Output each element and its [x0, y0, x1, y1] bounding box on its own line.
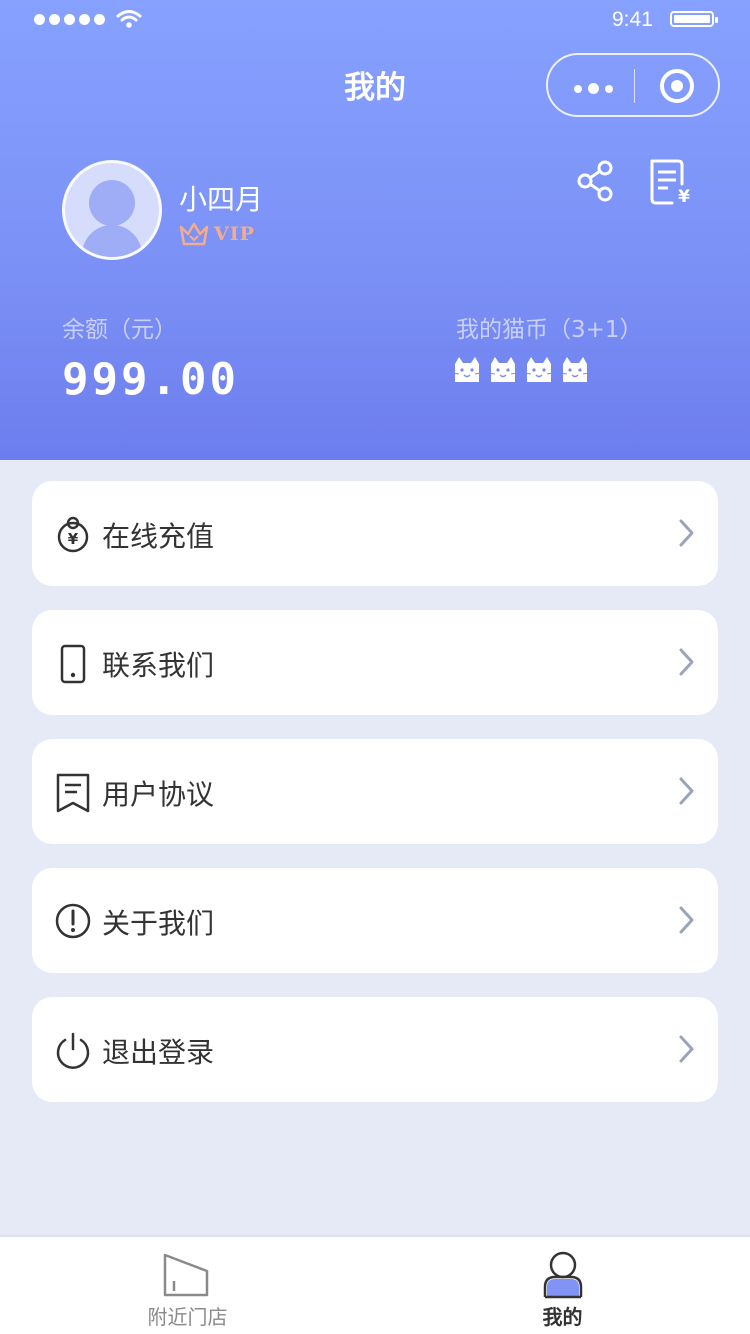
menu-label: 关于我们	[102, 907, 215, 940]
avatar[interactable]	[62, 160, 162, 260]
power-icon	[56, 1032, 90, 1069]
status-time: 9:41	[612, 8, 653, 31]
tab-label: 附近门店	[147, 1305, 228, 1329]
profile-icon	[543, 1251, 582, 1299]
tab-mine[interactable]: 我的	[375, 1237, 750, 1334]
chevron-right-icon	[679, 906, 694, 934]
crown-icon	[179, 222, 209, 246]
balance-value: 999.00	[62, 354, 239, 405]
capsule-divider	[634, 69, 635, 103]
recharge-icon: ¥	[57, 516, 89, 553]
battery-icon	[670, 11, 718, 27]
share-icon[interactable]	[576, 160, 616, 202]
menu-label: 用户协议	[102, 778, 215, 811]
vip-badge: VIP	[178, 221, 255, 247]
more-options-button[interactable]	[574, 83, 613, 94]
chevron-right-icon	[679, 648, 694, 676]
bill-icon[interactable]: ¥	[648, 158, 692, 206]
wifi-icon	[116, 10, 142, 28]
cat-coins-display	[452, 354, 590, 384]
store-icon	[163, 1253, 208, 1297]
cat-coins-label: 我的猫币（3+1）	[456, 317, 643, 343]
avatar-placeholder-icon	[82, 180, 142, 257]
menu-item-user-agreement[interactable]: 用户协议	[32, 739, 718, 844]
info-icon	[55, 903, 91, 939]
vip-label: VIP	[214, 223, 255, 245]
tab-bar: 附近门店 我的	[0, 1235, 750, 1334]
phone-icon	[60, 644, 86, 684]
menu-item-about-us[interactable]: 关于我们	[32, 868, 718, 973]
menu-label: 联系我们	[102, 649, 215, 682]
svg-text:¥: ¥	[678, 187, 690, 206]
cat-coin-icon	[452, 357, 482, 382]
menu-item-logout[interactable]: 退出登录	[32, 997, 718, 1102]
menu-item-contact-us[interactable]: 联系我们	[32, 610, 718, 715]
signal-icon	[34, 14, 105, 25]
profile-header: 9:41 我的 小四月 VIP ¥ 余额（元） 999.00 我的猫币（3+1）	[0, 0, 750, 460]
menu-label: 退出登录	[102, 1036, 215, 1069]
cat-coin-icon	[560, 357, 590, 382]
chevron-right-icon	[679, 519, 694, 547]
svg-text:¥: ¥	[68, 530, 79, 548]
tab-nearby-stores[interactable]: 附近门店	[0, 1237, 375, 1334]
balance-label: 余额（元）	[62, 317, 177, 343]
agreement-icon	[56, 773, 90, 813]
chevron-right-icon	[679, 1035, 694, 1063]
menu-item-online-recharge[interactable]: ¥ 在线充值	[32, 481, 718, 586]
close-target-icon[interactable]	[658, 67, 696, 105]
cat-coin-icon	[524, 357, 554, 382]
status-bar: 9:41	[0, 0, 750, 40]
chevron-right-icon	[679, 777, 694, 805]
menu-label: 在线充值	[102, 520, 215, 553]
tab-label: 我的	[542, 1305, 583, 1329]
mini-program-capsule	[546, 53, 720, 117]
cat-coin-icon	[488, 357, 518, 382]
user-name: 小四月	[179, 183, 264, 216]
